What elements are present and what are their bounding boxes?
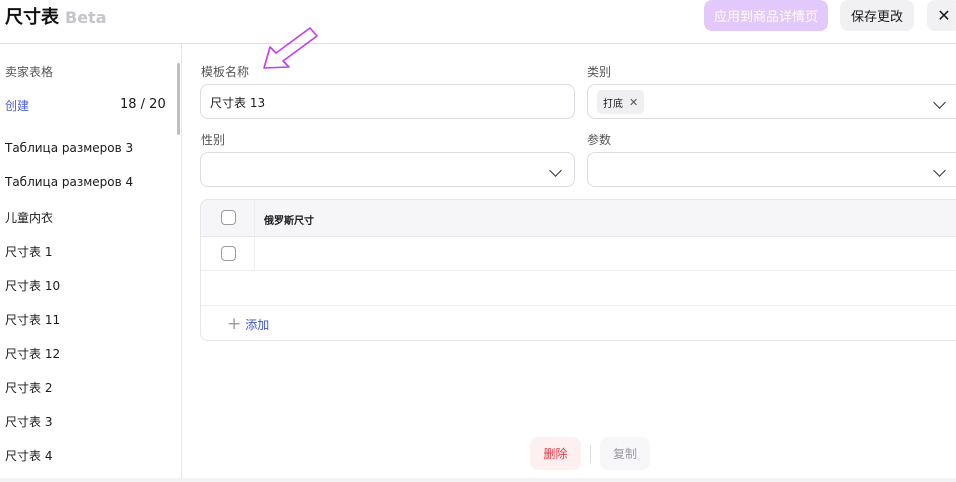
beta-badge: Beta	[65, 8, 107, 27]
sidebar-item[interactable]: Таблица размеров 3	[5, 141, 133, 155]
delete-button[interactable]: 删除	[530, 437, 581, 470]
copy-button[interactable]: 复制	[600, 437, 650, 470]
template-name-value: 尺寸表 13	[210, 96, 266, 110]
table-divider	[201, 305, 956, 306]
bottom-strip	[0, 478, 956, 482]
add-row-button[interactable]: + 添加	[227, 316, 269, 333]
sidebar-item[interactable]: 尺寸表 4	[5, 447, 52, 464]
size-chart-editor: 尺寸表 Beta 应用到商品详情页 保存更改 ✕ 卖家表格 创建 18 / 20…	[0, 0, 956, 482]
close-icon[interactable]: ✕	[927, 0, 956, 31]
plus-icon: +	[227, 314, 242, 334]
size-table: 俄罗斯尺寸 + 添加	[200, 199, 956, 341]
params-select[interactable]	[587, 152, 956, 187]
table-header: 俄罗斯尺寸	[201, 200, 956, 237]
chevron-down-icon	[549, 164, 562, 177]
select-all-checkbox[interactable]	[221, 210, 236, 225]
page-title-text: 尺寸表	[5, 7, 59, 28]
sidebar-item[interactable]: 尺寸表 12	[5, 345, 60, 362]
column-header-russian-size: 俄罗斯尺寸	[264, 216, 314, 227]
sidebar-item[interactable]: 尺寸表 3	[5, 413, 52, 430]
row-checkbox[interactable]	[221, 246, 236, 261]
sidebar-item[interactable]: Таблица размеров 4	[5, 175, 133, 189]
gender-select[interactable]	[200, 152, 575, 187]
params-label: 参数	[587, 133, 612, 147]
create-table-link[interactable]: 创建	[5, 97, 29, 114]
column-divider	[254, 200, 255, 271]
seller-tables-sidebar: 卖家表格 创建 18 / 20 Таблица размеров 3 Табли…	[0, 44, 182, 478]
category-select[interactable]: 打底 ✕	[587, 84, 956, 119]
sidebar-scrollbar[interactable]	[177, 63, 180, 135]
template-name-field[interactable]: 尺寸表 13	[200, 84, 575, 119]
category-label: 类别	[587, 65, 612, 79]
add-row-label: 添加	[245, 318, 270, 332]
sidebar-item[interactable]: 尺寸表 10	[5, 277, 60, 294]
sidebar-item[interactable]: 尺寸表 2	[5, 379, 52, 396]
remove-tag-icon[interactable]: ✕	[629, 96, 638, 109]
gender-label: 性别	[201, 133, 226, 147]
category-tag-label: 打底	[603, 98, 623, 110]
sidebar-heading: 卖家表格	[5, 65, 54, 79]
apply-to-product-page-button[interactable]: 应用到商品详情页	[704, 0, 828, 31]
template-name-label: 模板名称	[201, 65, 250, 79]
table-count: 18 / 20	[120, 97, 166, 112]
save-changes-button[interactable]: 保存更改	[840, 0, 914, 31]
sidebar-item[interactable]: 尺寸表 1	[5, 243, 52, 260]
table-row	[201, 237, 956, 271]
sidebar-item[interactable]: 儿童内衣	[5, 209, 53, 226]
annotation-arrow-icon	[263, 27, 318, 69]
chevron-down-icon	[933, 164, 946, 177]
category-tag: 打底 ✕	[597, 90, 645, 114]
footer-separator	[590, 445, 591, 463]
chevron-down-icon	[933, 96, 946, 109]
sidebar-item[interactable]: 尺寸表 11	[5, 311, 60, 328]
page-title: 尺寸表 Beta	[5, 3, 107, 29]
